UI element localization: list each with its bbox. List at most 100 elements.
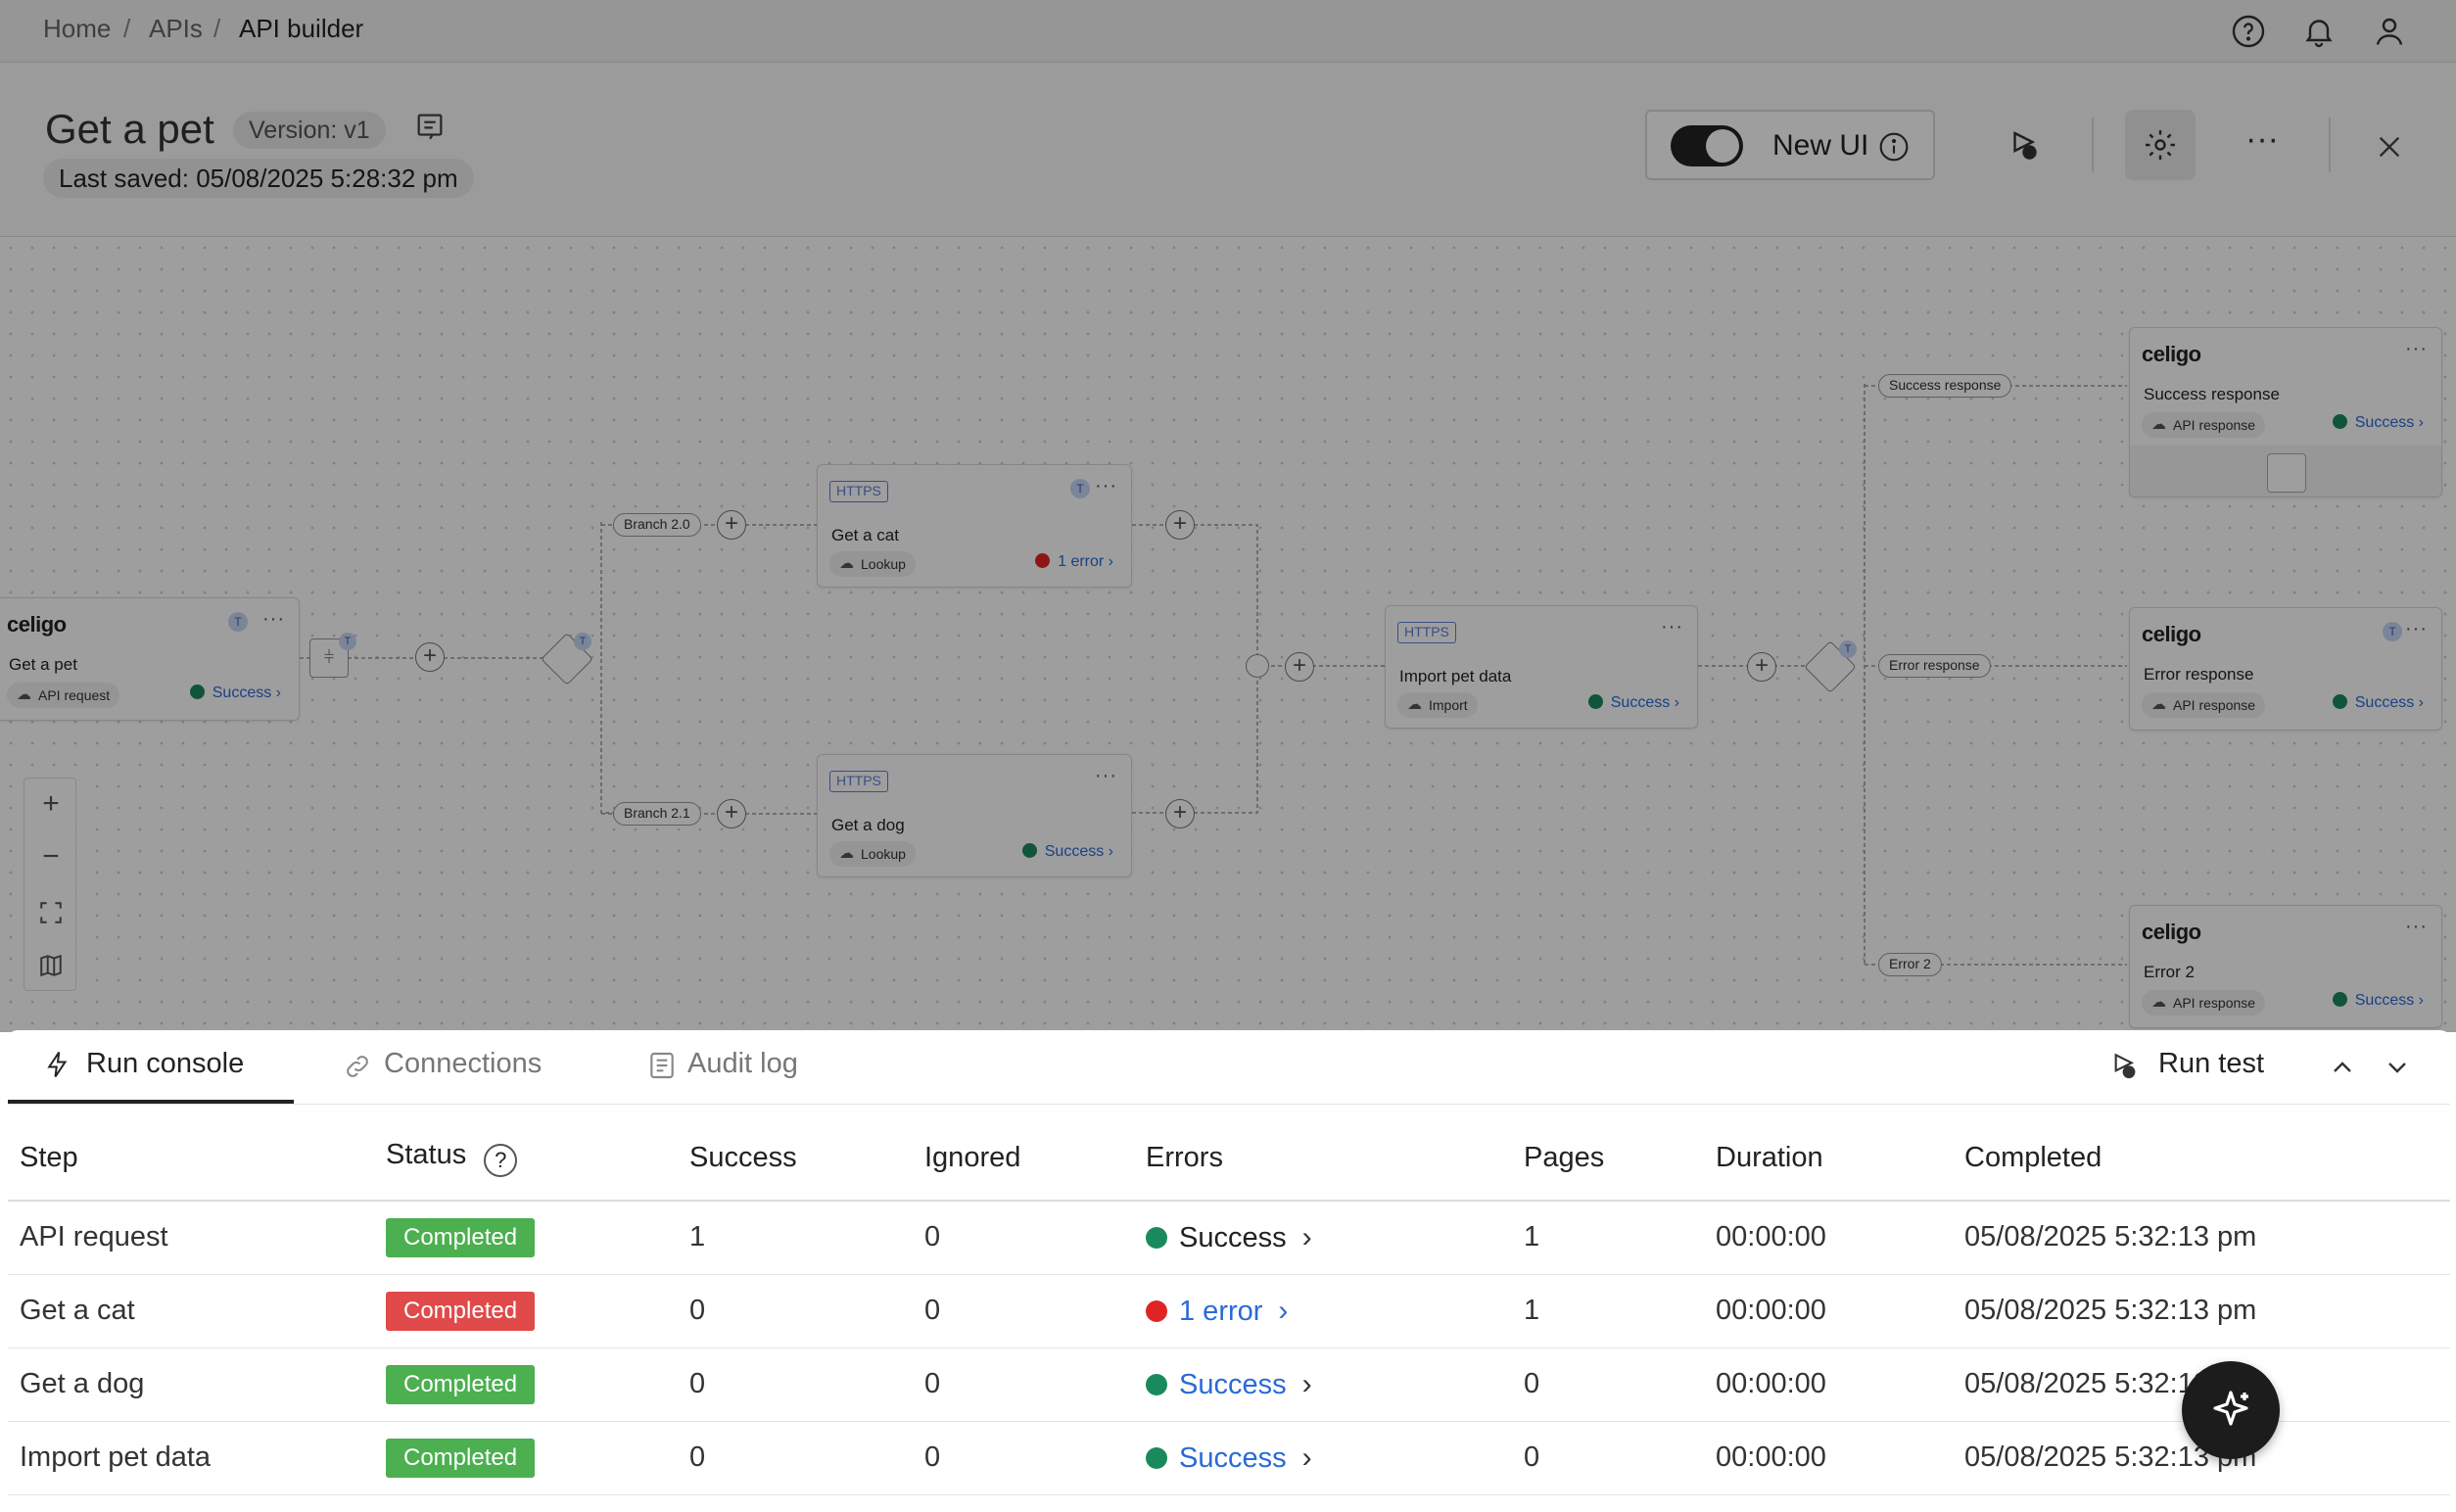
column-header-pages[interactable]: Pages — [1512, 1116, 1704, 1202]
run-console-table: Step Status? Success Ignored Errors Page… — [8, 1116, 2450, 1495]
node-more-icon[interactable]: ··· — [2405, 916, 2428, 938]
column-header-status[interactable]: Status? — [374, 1116, 678, 1202]
node-more-icon[interactable]: ··· — [262, 608, 285, 631]
column-header-errors[interactable]: Errors — [1134, 1116, 1512, 1202]
node-more-icon[interactable]: ··· — [1095, 765, 1117, 787]
add-step-button[interactable]: + — [1165, 799, 1195, 828]
column-header-step[interactable]: Step — [8, 1116, 374, 1202]
node-get-a-cat[interactable]: HTTPS T ··· Get a cat Lookup 1 error › — [817, 464, 1132, 588]
branch-label[interactable]: Success response — [1878, 374, 2012, 398]
merge-icon[interactable] — [1246, 654, 1269, 678]
node-success-response[interactable]: celigo ··· Success response API response… — [2129, 327, 2442, 497]
celigo-logo: celigo — [2142, 920, 2201, 944]
node-name: Get a dog — [831, 816, 905, 834]
flow-header: Get a pet Version: v1 Last saved: 05/08/… — [0, 63, 2456, 237]
info-icon[interactable] — [1878, 131, 1910, 163]
errors-link[interactable]: Success › — [1146, 1221, 1312, 1253]
add-step-button[interactable]: + — [1285, 652, 1314, 682]
errors-link[interactable]: 1 error › — [1146, 1295, 1288, 1327]
sparkle-icon — [2213, 1391, 2248, 1426]
node-status[interactable]: Success › — [1587, 694, 1679, 712]
map-icon[interactable] — [24, 939, 77, 992]
branch-label[interactable]: Error 2 — [1878, 953, 1942, 976]
column-header-ignored[interactable]: Ignored — [913, 1116, 1134, 1202]
chevron-up-icon[interactable] — [2327, 1052, 2358, 1083]
pages-cell: 0 — [1512, 1421, 1704, 1495]
flow-canvas[interactable]: celigo T ··· Get a pet API request Succe… — [0, 237, 2456, 1032]
node-error-response[interactable]: celigo T ··· Error response API response… — [2129, 607, 2442, 731]
help-icon[interactable]: ? — [484, 1144, 518, 1177]
close-icon[interactable] — [2374, 131, 2405, 163]
breadcrumb-home[interactable]: Home — [43, 14, 111, 44]
chevron-down-icon[interactable] — [2382, 1052, 2413, 1083]
version-badge[interactable]: Version: v1 — [233, 112, 386, 149]
duration-cell: 00:00:00 — [1704, 1347, 1953, 1422]
node-name: Import pet data — [1399, 667, 1512, 685]
node-status[interactable]: Success › — [2332, 992, 2424, 1010]
status-cell: Completed — [374, 1347, 678, 1422]
success-dot — [1021, 843, 1037, 858]
node-more-icon[interactable]: ··· — [2405, 618, 2428, 640]
user-icon[interactable] — [2372, 14, 2407, 49]
errors-cell[interactable]: Success › — [1134, 1421, 1512, 1495]
errors-link[interactable]: Success › — [1146, 1441, 1312, 1474]
column-header-duration[interactable]: Duration — [1704, 1116, 1953, 1202]
node-status-label: Success — [1044, 843, 1105, 860]
tab-connections[interactable]: Connections — [384, 1048, 542, 1080]
node-more-icon[interactable]: ··· — [1095, 475, 1117, 497]
errors-link[interactable]: Success › — [1146, 1368, 1312, 1400]
add-branch-icon[interactable] — [2267, 453, 2306, 493]
node-status-label: Success — [2354, 694, 2415, 711]
connector-lines — [300, 384, 2127, 966]
more-button[interactable]: ··· — [2227, 110, 2297, 180]
tab-run-console[interactable]: Run console — [86, 1048, 244, 1080]
node-type-chip: API response — [2142, 692, 2266, 718]
zoom-out-icon[interactable]: − — [24, 831, 77, 884]
column-header-status-label: Status — [386, 1139, 467, 1170]
zoom-in-icon[interactable]: + — [24, 779, 77, 831]
node-status[interactable]: Success › — [189, 685, 281, 702]
errors-cell[interactable]: 1 error › — [1134, 1274, 1512, 1348]
run-test-button[interactable]: Run test — [2158, 1048, 2264, 1080]
node-get-a-dog[interactable]: HTTPS ··· Get a dog Lookup Success › — [817, 754, 1132, 877]
transform-badge: T — [1839, 640, 1857, 658]
step-cell: Get a dog — [8, 1347, 374, 1422]
add-step-button[interactable]: + — [1165, 510, 1195, 540]
bell-icon[interactable] — [2301, 14, 2337, 49]
chevron-right-icon: › — [1301, 1441, 1312, 1474]
tab-audit-log[interactable]: Audit log — [687, 1048, 798, 1080]
error-dot — [1146, 1299, 1167, 1322]
settings-button[interactable] — [2125, 110, 2196, 180]
branch-label[interactable]: Error response — [1878, 654, 1991, 678]
node-status[interactable]: 1 error › — [1035, 553, 1113, 571]
success-dot — [189, 685, 205, 699]
add-step-button[interactable]: + — [1747, 652, 1776, 682]
fit-view-icon[interactable] — [24, 886, 77, 939]
branch-label[interactable]: Branch 2.0 — [613, 513, 701, 537]
column-header-success[interactable]: Success — [678, 1116, 913, 1202]
node-more-icon[interactable]: ··· — [2405, 338, 2428, 360]
errors-cell[interactable]: Success › — [1134, 1201, 1512, 1275]
page-title[interactable]: Get a pet — [45, 106, 214, 153]
notes-icon[interactable] — [413, 110, 447, 143]
node-type-chip: API request — [7, 683, 120, 708]
node-status[interactable]: Success › — [2332, 694, 2424, 712]
node-get-a-pet[interactable]: celigo T ··· Get a pet API request Succe… — [0, 597, 300, 721]
help-icon[interactable] — [2231, 14, 2266, 49]
breadcrumb-apis[interactable]: APIs — [149, 14, 203, 44]
duration-cell: 00:00:00 — [1704, 1421, 1953, 1495]
node-import-pet-data[interactable]: HTTPS ··· Import pet data Import Success… — [1385, 605, 1698, 729]
new-ui-toggle[interactable] — [1671, 125, 1743, 166]
node-more-icon[interactable]: ··· — [1661, 616, 1683, 638]
branch-label[interactable]: Branch 2.1 — [613, 802, 701, 826]
run-test-header-button[interactable] — [1990, 110, 2060, 180]
node-status[interactable]: Success › — [2332, 414, 2424, 432]
errors-cell[interactable]: Success › — [1134, 1347, 1512, 1422]
add-step-button[interactable]: + — [415, 642, 445, 672]
node-error-2[interactable]: celigo ··· Error 2 API response Success … — [2129, 905, 2442, 1028]
add-step-button[interactable]: + — [717, 799, 746, 828]
column-header-completed[interactable]: Completed — [1953, 1116, 2450, 1202]
ai-assistant-button[interactable] — [2182, 1361, 2280, 1459]
add-step-button[interactable]: + — [717, 510, 746, 540]
node-status[interactable]: Success › — [1021, 843, 1113, 861]
